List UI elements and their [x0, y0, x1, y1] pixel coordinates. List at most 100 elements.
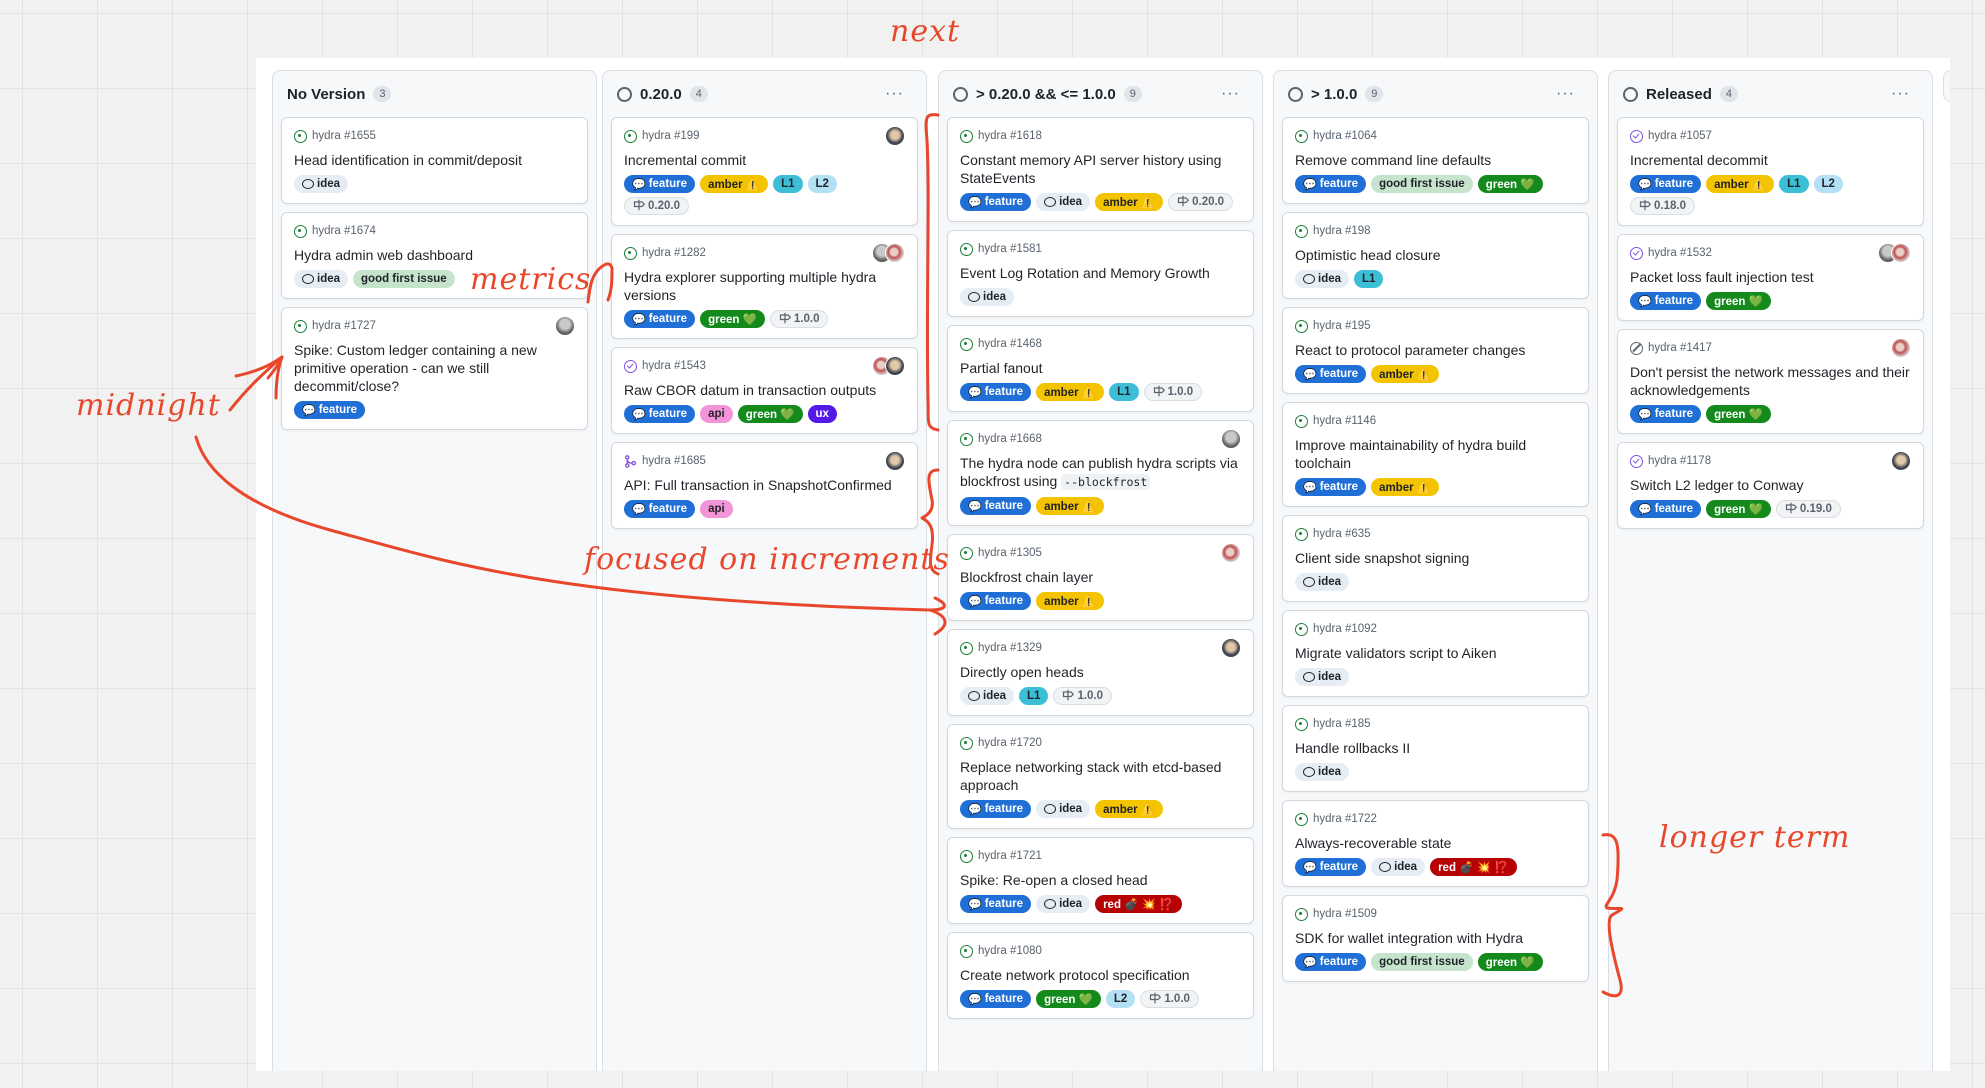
issue-reference-link[interactable]: hydra #1417: [1648, 342, 1712, 354]
label-feature[interactable]: 💬 feature: [960, 193, 1032, 211]
issue-title[interactable]: Migrate validators script to Aiken: [1295, 644, 1576, 662]
label-feature[interactable]: 💬 feature: [960, 990, 1032, 1008]
label-milestone[interactable]: 1.0.0: [1140, 990, 1199, 1008]
label-idea[interactable]: idea: [1036, 193, 1091, 211]
label-green[interactable]: green 💚: [1706, 292, 1771, 310]
label-amber[interactable]: amber ⚠️: [1036, 383, 1105, 401]
issue-card[interactable]: hydra #1721 Spike: Re-open a closed head 💬…: [947, 837, 1254, 924]
issue-title[interactable]: Incremental commit: [624, 151, 905, 169]
label-l1[interactable]: L1: [1779, 175, 1809, 193]
label-feature[interactable]: 💬 feature: [1295, 175, 1367, 193]
label-feature[interactable]: 💬 feature: [1630, 405, 1702, 423]
assignee-avatars[interactable]: [1221, 429, 1241, 449]
issue-title[interactable]: Incremental decommit: [1630, 151, 1911, 169]
label-amber[interactable]: amber ⚠️: [1036, 592, 1105, 610]
issue-title[interactable]: Partial fanout: [960, 359, 1241, 377]
label-feature[interactable]: 💬 feature: [960, 800, 1032, 818]
label-milestone[interactable]: 0.18.0: [1630, 197, 1695, 215]
label-amber[interactable]: amber ⚠️: [1036, 497, 1105, 515]
column-menu-ellipsis-icon[interactable]: ···: [1213, 86, 1248, 102]
label-feature[interactable]: 💬 feature: [960, 895, 1032, 913]
label-feature[interactable]: 💬 feature: [1630, 292, 1702, 310]
issue-title[interactable]: Create network protocol specification: [960, 966, 1241, 984]
issue-card[interactable]: hydra #1668 The hydra node can publish hy…: [947, 420, 1254, 526]
label-amber[interactable]: amber ⚠️: [1371, 478, 1440, 496]
issue-card[interactable]: hydra #1092 Migrate validators script to …: [1282, 610, 1589, 697]
label-green[interactable]: green 💚: [737, 405, 803, 423]
assignee-avatars[interactable]: [1878, 243, 1911, 263]
issue-reference-link[interactable]: hydra #1282: [642, 247, 706, 259]
label-feature[interactable]: 💬 feature: [624, 405, 696, 423]
issue-reference-link[interactable]: hydra #1543: [642, 360, 706, 372]
issue-reference-link[interactable]: hydra #1685: [642, 455, 706, 467]
issue-reference-link[interactable]: hydra #199: [642, 130, 700, 142]
issue-card[interactable]: hydra #1509 SDK for wallet integration wi…: [1282, 895, 1589, 982]
issue-title[interactable]: Directly open heads: [960, 663, 1241, 681]
label-milestone[interactable]: 1.0.0: [1143, 383, 1203, 401]
issue-title[interactable]: Always-recoverable state: [1295, 834, 1576, 852]
label-l1[interactable]: L1: [1354, 270, 1384, 288]
avatar[interactable]: [885, 243, 905, 263]
issue-title[interactable]: Hydra admin web dashboard: [294, 246, 575, 264]
label-amber[interactable]: amber ⚠️: [1095, 193, 1164, 211]
issue-reference-link[interactable]: hydra #1722: [1313, 813, 1377, 825]
issue-title[interactable]: Event Log Rotation and Memory Growth: [960, 264, 1241, 282]
issue-reference-link[interactable]: hydra #635: [1313, 528, 1371, 540]
label-idea[interactable]: idea: [960, 288, 1015, 306]
issue-card[interactable]: hydra #1655 Head identification in commit…: [281, 117, 588, 204]
label-feature[interactable]: 💬 feature: [1295, 365, 1367, 383]
issue-card[interactable]: hydra #635 Client side snapshot signing id…: [1282, 515, 1589, 602]
assignee-avatars[interactable]: [872, 356, 905, 376]
issue-title[interactable]: The hydra node can publish hydra scripts…: [960, 454, 1241, 491]
issue-reference-link[interactable]: hydra #1674: [312, 225, 376, 237]
label-amber[interactable]: amber ⚠️: [700, 175, 769, 193]
label-amber[interactable]: amber ⚠️: [1371, 365, 1440, 383]
label-gfi[interactable]: good first issue: [1371, 953, 1473, 971]
label-amber[interactable]: amber ⚠️: [1706, 175, 1775, 193]
issue-card[interactable]: hydra #1727 Spike: Custom ledger containi…: [281, 307, 588, 430]
label-feature[interactable]: 💬 feature: [960, 497, 1032, 515]
label-milestone[interactable]: 0.20.0: [1168, 193, 1234, 211]
issue-reference-link[interactable]: hydra #1329: [978, 642, 1042, 654]
issue-card[interactable]: hydra #1722 Always-recoverable state 💬 feat…: [1282, 800, 1589, 887]
assignee-avatars[interactable]: [872, 243, 905, 263]
label-gfi[interactable]: good first issue: [1371, 175, 1473, 193]
issue-title[interactable]: Improve maintainability of hydra build t…: [1295, 436, 1576, 472]
assignee-avatars[interactable]: [885, 126, 905, 146]
label-idea[interactable]: idea: [1036, 800, 1091, 818]
avatar[interactable]: [1221, 543, 1241, 563]
label-l1[interactable]: L1: [773, 175, 803, 193]
issue-reference-link[interactable]: hydra #1080: [978, 945, 1042, 957]
issue-reference-link[interactable]: hydra #1057: [1648, 130, 1712, 142]
avatar[interactable]: [885, 356, 905, 376]
issue-card[interactable]: hydra #1532 Packet loss fault injection t…: [1617, 234, 1924, 321]
avatar[interactable]: [1891, 451, 1911, 471]
label-feature[interactable]: 💬 feature: [624, 500, 696, 518]
avatar[interactable]: [555, 316, 575, 336]
label-feature[interactable]: 💬 feature: [960, 592, 1032, 610]
issue-title[interactable]: Spike: Re-open a closed head: [960, 871, 1241, 889]
label-red[interactable]: red 💣 💥 ⁉️: [1095, 895, 1182, 913]
label-feature[interactable]: 💬 feature: [960, 383, 1032, 401]
issue-reference-link[interactable]: hydra #1721: [978, 850, 1042, 862]
issue-card[interactable]: hydra #1305 Blockfrost chain layer 💬 featur…: [947, 534, 1254, 621]
label-gfi[interactable]: good first issue: [353, 270, 455, 288]
label-idea[interactable]: idea: [1036, 895, 1091, 913]
assignee-avatars[interactable]: [885, 451, 905, 471]
label-idea[interactable]: idea: [1295, 668, 1350, 686]
label-l1[interactable]: L1: [1019, 687, 1049, 705]
column-menu-ellipsis-icon[interactable]: ···: [1548, 86, 1583, 102]
label-green[interactable]: green 💚: [1036, 990, 1101, 1008]
label-idea[interactable]: idea: [1295, 270, 1350, 288]
column-partial-offscreen[interactable]: [1943, 70, 1950, 102]
issue-title[interactable]: Constant memory API server history using…: [960, 151, 1241, 187]
issue-card[interactable]: hydra #1146 Improve maintainability of hy…: [1282, 402, 1589, 507]
issue-reference-link[interactable]: hydra #1720: [978, 737, 1042, 749]
issue-reference-link[interactable]: hydra #1581: [978, 243, 1042, 255]
issue-title[interactable]: Spike: Custom ledger containing a new pr…: [294, 341, 575, 395]
avatar[interactable]: [1891, 243, 1911, 263]
avatar[interactable]: [1891, 338, 1911, 358]
issue-card[interactable]: hydra #1543 Raw CBOR datum in transaction…: [611, 347, 918, 434]
issue-card[interactable]: hydra #1080 Create network protocol speci…: [947, 932, 1254, 1019]
issue-title[interactable]: Handle rollbacks II: [1295, 739, 1576, 757]
